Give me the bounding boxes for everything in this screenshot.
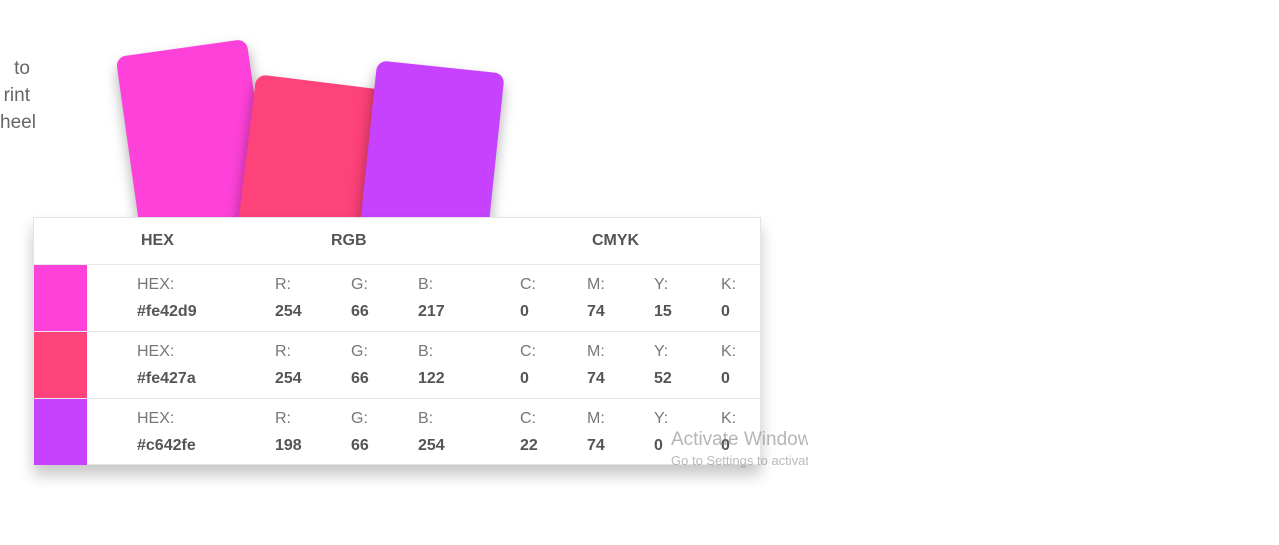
hex-cell: HEX: #fe427a bbox=[137, 342, 196, 389]
y-label: Y: bbox=[654, 343, 669, 360]
b-label: B: bbox=[418, 276, 434, 293]
table-header: HEX RGB CMYK bbox=[34, 218, 760, 265]
side-text-line: to bbox=[14, 58, 30, 79]
header-rgb: RGB bbox=[331, 232, 367, 249]
g-value: 66 bbox=[351, 370, 369, 387]
y-value: 52 bbox=[654, 370, 672, 387]
g-label: G: bbox=[351, 276, 368, 293]
k-cell: K: 0 bbox=[721, 275, 736, 322]
hex-value: #fe427a bbox=[137, 370, 196, 387]
r-value: 254 bbox=[275, 303, 302, 320]
side-text-line: rint bbox=[3, 85, 30, 106]
side-description: to rint heel bbox=[0, 55, 40, 136]
header-cmyk: CMYK bbox=[592, 232, 640, 249]
hex-value: #c642fe bbox=[137, 437, 196, 454]
hex-value: #fe42d9 bbox=[137, 303, 197, 320]
m-cell: M: 74 bbox=[587, 342, 605, 389]
c-cell: C: 0 bbox=[520, 342, 536, 389]
k-cell: K: 0 bbox=[721, 409, 736, 456]
color-values-table: HEX RGB CMYK HEX: #fe42d9 R: 254 G: 66 B… bbox=[33, 217, 761, 465]
k-label: K: bbox=[721, 410, 737, 427]
k-value: 0 bbox=[721, 437, 730, 454]
table-row: HEX: #fe42d9 R: 254 G: 66 B: 217 C: 0 M:… bbox=[34, 265, 760, 332]
g-cell: G: 66 bbox=[351, 275, 369, 322]
r-label: R: bbox=[275, 343, 291, 360]
r-cell: R: 198 bbox=[275, 409, 302, 456]
hex-cell: HEX: #c642fe bbox=[137, 409, 196, 456]
page: to rint heel HEX RGB CMYK HEX: #fe42d9 R… bbox=[0, 0, 1279, 545]
m-label: M: bbox=[587, 276, 605, 293]
b-label: B: bbox=[418, 410, 434, 427]
r-label: R: bbox=[275, 410, 291, 427]
m-value: 74 bbox=[587, 303, 605, 320]
color-swatch bbox=[34, 332, 87, 398]
y-value: 0 bbox=[654, 437, 663, 454]
g-label: G: bbox=[351, 343, 368, 360]
r-cell: R: 254 bbox=[275, 342, 302, 389]
m-label: M: bbox=[587, 410, 605, 427]
m-label: M: bbox=[587, 343, 605, 360]
color-swatch bbox=[34, 399, 87, 465]
y-label: Y: bbox=[654, 410, 669, 427]
g-value: 66 bbox=[351, 437, 369, 454]
c-value: 0 bbox=[520, 370, 529, 387]
hex-label: HEX: bbox=[137, 343, 175, 360]
b-cell: B: 122 bbox=[418, 342, 445, 389]
c-value: 22 bbox=[520, 437, 538, 454]
m-value: 74 bbox=[587, 437, 605, 454]
table-row: HEX: #c642fe R: 198 G: 66 B: 254 C: 22 M… bbox=[34, 399, 760, 465]
m-cell: M: 74 bbox=[587, 275, 605, 322]
k-value: 0 bbox=[721, 370, 730, 387]
m-value: 74 bbox=[587, 370, 605, 387]
m-cell: M: 74 bbox=[587, 409, 605, 456]
k-label: K: bbox=[721, 343, 737, 360]
c-cell: C: 22 bbox=[520, 409, 538, 456]
g-label: G: bbox=[351, 410, 368, 427]
b-value: 122 bbox=[418, 370, 445, 387]
r-label: R: bbox=[275, 276, 291, 293]
b-label: B: bbox=[418, 343, 434, 360]
b-value: 217 bbox=[418, 303, 445, 320]
side-text-line: heel bbox=[0, 112, 36, 133]
color-swatch bbox=[34, 265, 87, 331]
c-label: C: bbox=[520, 410, 536, 427]
table-row: HEX: #fe427a R: 254 G: 66 B: 122 C: 0 M:… bbox=[34, 332, 760, 399]
c-cell: C: 0 bbox=[520, 275, 536, 322]
y-cell: Y: 0 bbox=[654, 409, 668, 456]
c-label: C: bbox=[520, 276, 536, 293]
g-cell: G: 66 bbox=[351, 409, 369, 456]
y-cell: Y: 52 bbox=[654, 342, 672, 389]
c-label: C: bbox=[520, 343, 536, 360]
hex-label: HEX: bbox=[137, 276, 175, 293]
b-cell: B: 217 bbox=[418, 275, 445, 322]
r-value: 254 bbox=[275, 370, 302, 387]
k-cell: K: 0 bbox=[721, 342, 736, 389]
b-value: 254 bbox=[418, 437, 445, 454]
hex-cell: HEX: #fe42d9 bbox=[137, 275, 197, 322]
hex-label: HEX: bbox=[137, 410, 175, 427]
r-value: 198 bbox=[275, 437, 302, 454]
b-cell: B: 254 bbox=[418, 409, 445, 456]
g-value: 66 bbox=[351, 303, 369, 320]
r-cell: R: 254 bbox=[275, 275, 302, 322]
y-label: Y: bbox=[654, 276, 669, 293]
k-label: K: bbox=[721, 276, 737, 293]
g-cell: G: 66 bbox=[351, 342, 369, 389]
c-value: 0 bbox=[520, 303, 529, 320]
y-cell: Y: 15 bbox=[654, 275, 672, 322]
header-hex: HEX bbox=[141, 232, 174, 249]
k-value: 0 bbox=[721, 303, 730, 320]
y-value: 15 bbox=[654, 303, 672, 320]
